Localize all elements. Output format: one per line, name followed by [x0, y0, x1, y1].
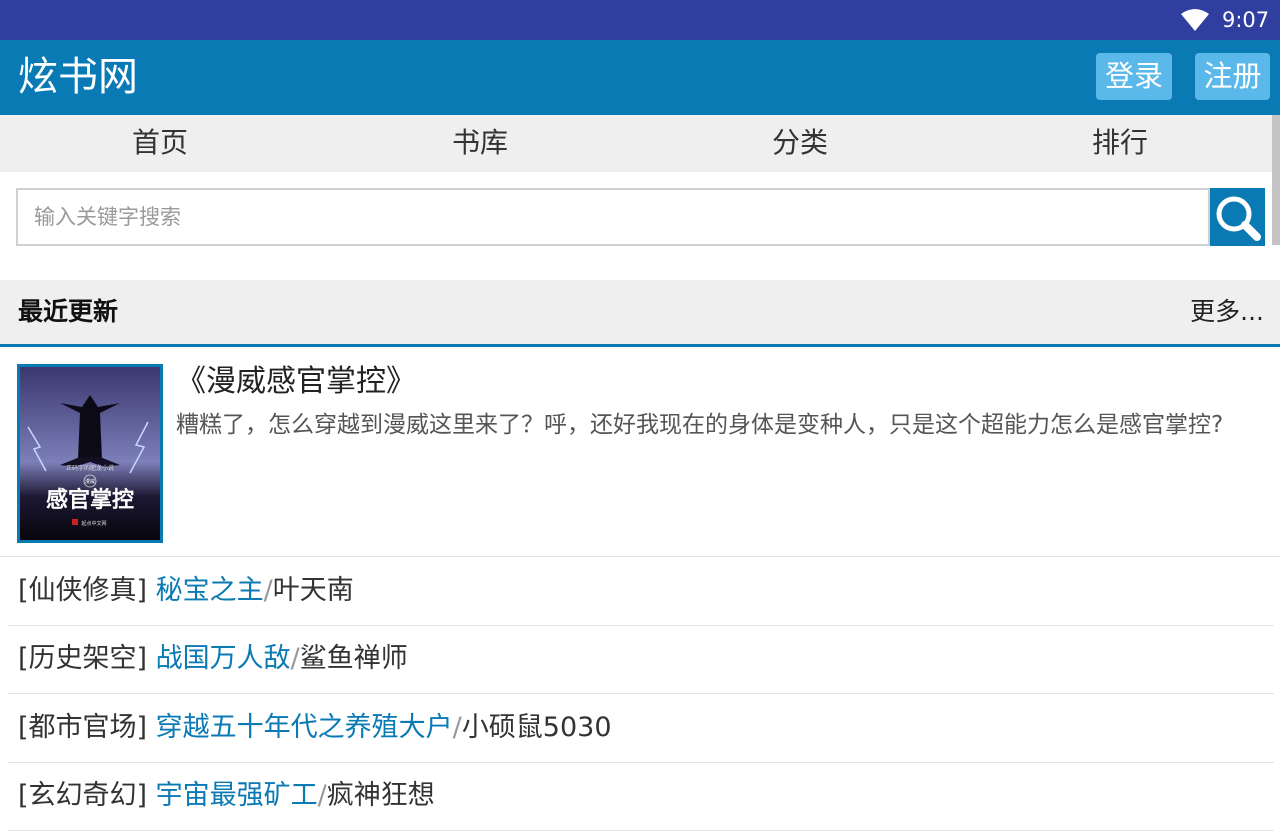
search-input[interactable] [16, 188, 1210, 246]
nav-item-categories[interactable]: 分类 [640, 115, 960, 172]
wifi-icon [1181, 9, 1209, 31]
book-author: 小硕鼠5030 [461, 712, 612, 743]
cover-tag-text: 漫威 [85, 478, 95, 485]
site-logo[interactable]: 炫书网 [18, 52, 138, 102]
nav-item-library[interactable]: 书库 [320, 115, 640, 172]
status-bar: 9:07 [0, 0, 1280, 40]
separator: / [317, 780, 327, 811]
nav-item-home[interactable]: 首页 [0, 115, 320, 172]
cover-author-text: 正码字的肥龙小说 [66, 464, 114, 472]
cover-publisher-text: 起点中文网 [81, 520, 106, 527]
book-title-link[interactable]: 宇宙最强矿工 [156, 780, 318, 811]
recent-updates-header: 最近更新 更多... [0, 280, 1280, 347]
book-cover-image[interactable]: 正码字的肥龙小说 漫威 感官掌控 起点中文网 [17, 364, 163, 543]
featured-book: 正码字的肥龙小说 漫威 感官掌控 起点中文网 《漫威感官掌控》 糟糕了，怎么穿越… [0, 347, 1280, 557]
separator: / [263, 575, 273, 606]
login-button[interactable]: 登录 [1096, 53, 1172, 100]
main-nav: 首页 书库 分类 排行 [0, 115, 1280, 172]
nav-item-ranking[interactable]: 排行 [960, 115, 1280, 172]
book-title-link[interactable]: 战国万人敌 [156, 643, 291, 674]
featured-description: 糟糕了，怎么穿越到漫威这里来了？呼，还好我现在的身体是变种人，只是这个超能力怎么… [176, 412, 1224, 438]
app-header: 炫书网 登录 注册 [0, 40, 1280, 115]
book-category: [都市官场] [18, 712, 148, 743]
book-category: [历史架空] [18, 643, 148, 674]
book-author: 叶天南 [272, 575, 354, 606]
cover-title-text: 感官掌控 [46, 487, 134, 513]
featured-title-link[interactable]: 《漫威感官掌控》 [176, 363, 416, 401]
more-link[interactable]: 更多... [1190, 296, 1264, 328]
book-row: [仙侠修真] 秘宝之主/叶天南 [8, 557, 1274, 626]
search-icon [1216, 196, 1261, 241]
status-time: 9:07 [1222, 8, 1270, 32]
register-button[interactable]: 注册 [1195, 53, 1270, 100]
book-title-link[interactable]: 穿越五十年代之养殖大户 [156, 712, 453, 743]
search-button[interactable] [1210, 188, 1265, 246]
book-row: [玄幻奇幻] 宇宙最强矿工/疯神狂想 [8, 762, 1274, 831]
book-category: [玄幻奇幻] [18, 780, 148, 811]
cover-art: 正码字的肥龙小说 漫威 感官掌控 起点中文网 [20, 367, 160, 540]
book-row: [历史架空] 战国万人敌/鲨鱼禅师 [8, 625, 1274, 694]
scrollbar[interactable] [1272, 115, 1280, 245]
separator: / [452, 712, 462, 743]
book-author: 鲨鱼禅师 [299, 643, 408, 674]
book-author: 疯神狂想 [326, 780, 435, 811]
book-row: [都市官场] 穿越五十年代之养殖大户/小硕鼠5030 [8, 694, 1274, 763]
section-title: 最近更新 [18, 297, 119, 326]
book-category: [仙侠修真] [18, 575, 148, 606]
book-title-link[interactable]: 秘宝之主 [156, 575, 264, 606]
separator: / [290, 643, 300, 674]
